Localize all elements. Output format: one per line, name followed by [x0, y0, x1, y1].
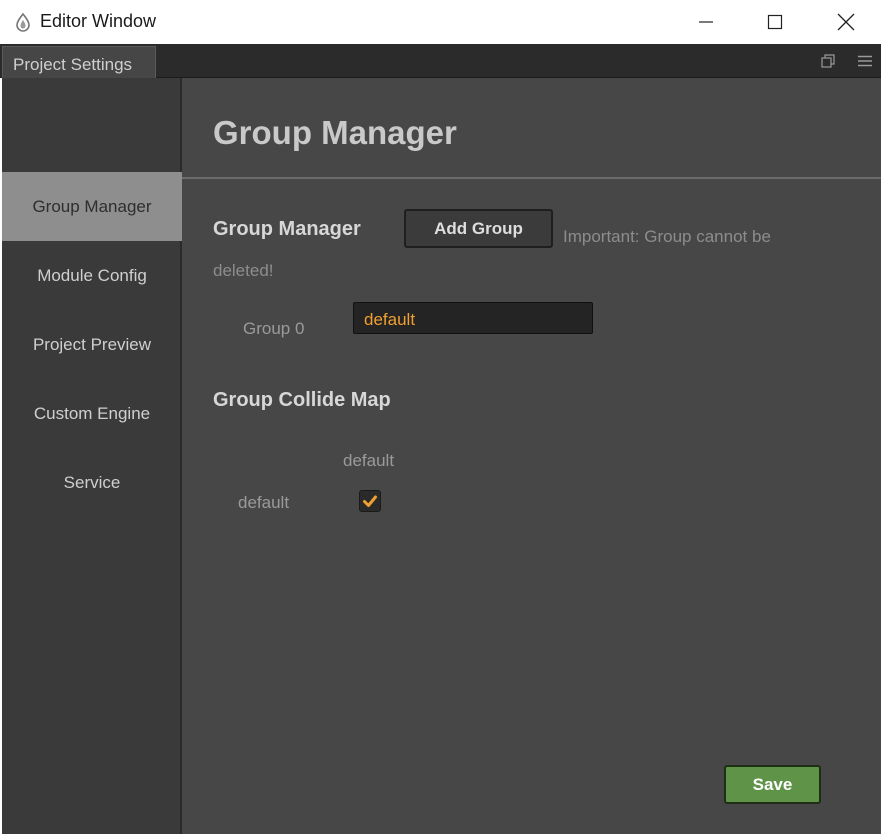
tab-label: Project Settings	[13, 55, 133, 74]
collide-checkbox[interactable]	[359, 490, 381, 512]
tab-project-settings[interactable]: Project Settings	[2, 46, 156, 78]
close-icon	[837, 13, 855, 31]
sidebar-item-project-preview[interactable]: Project Preview	[2, 310, 182, 379]
title-divider	[182, 177, 881, 179]
close-button[interactable]	[811, 0, 881, 44]
group-label: Group 0	[243, 319, 305, 338]
save-button[interactable]: Save	[724, 765, 821, 804]
sidebar-item-module-config[interactable]: Module Config	[2, 241, 182, 310]
settings-sidebar: Group Manager Module Config Project Prev…	[2, 78, 182, 834]
minimize-icon	[699, 21, 713, 23]
group-manager-heading: Group Manager	[213, 218, 361, 240]
sidebar-item-service[interactable]: Service	[2, 448, 182, 517]
window-title: Editor Window	[40, 11, 157, 31]
page-title: Group Manager	[213, 114, 457, 151]
add-group-button[interactable]: Add Group	[404, 209, 553, 248]
checkmark-icon	[363, 495, 377, 507]
app-logo-icon	[13, 12, 33, 32]
collide-column-label: default	[343, 451, 395, 470]
panel-tab-strip: Project Settings	[0, 44, 881, 78]
group-name-input[interactable]	[353, 302, 593, 334]
collide-row-label: default	[238, 493, 290, 512]
main-panel: Group Manager Important: Group cannot be…	[182, 78, 881, 834]
sidebar-item-group-manager[interactable]: Group Manager	[2, 172, 182, 241]
popout-icon[interactable]	[818, 51, 838, 71]
maximize-icon	[767, 14, 783, 30]
title-bar: Editor Window	[0, 0, 881, 44]
maximize-button[interactable]	[740, 0, 810, 44]
hamburger-menu-icon[interactable]	[855, 51, 875, 71]
sidebar-item-custom-engine[interactable]: Custom Engine	[2, 379, 182, 448]
minimize-button[interactable]	[671, 0, 741, 44]
group-collide-map-heading: Group Collide Map	[213, 389, 391, 411]
